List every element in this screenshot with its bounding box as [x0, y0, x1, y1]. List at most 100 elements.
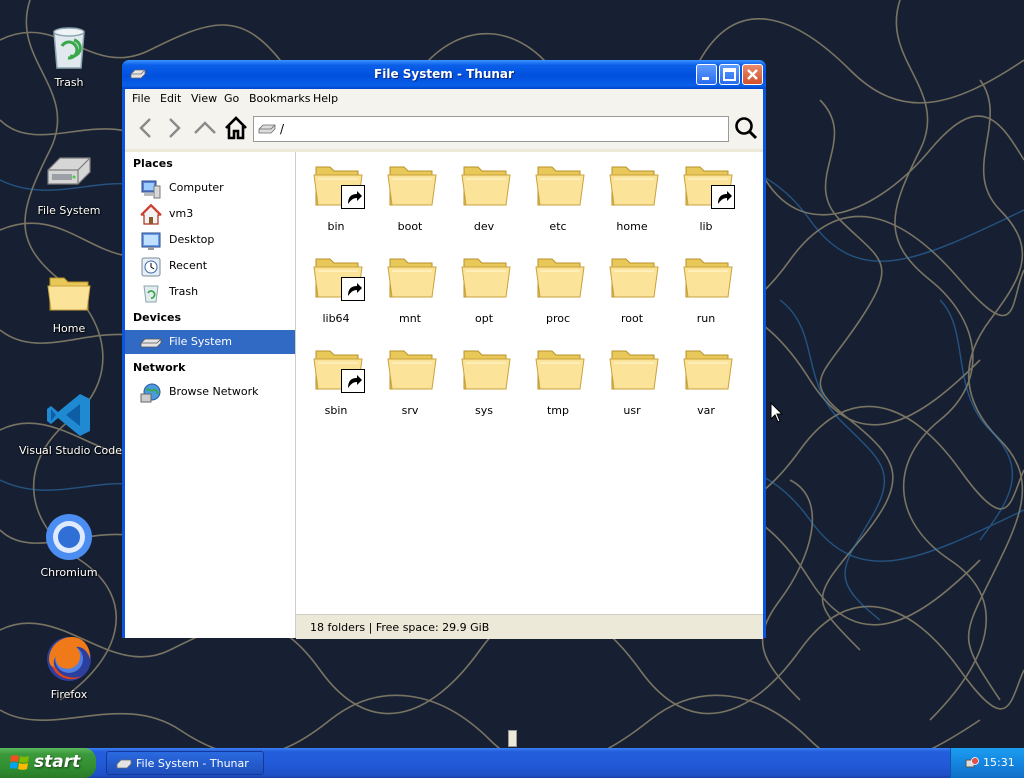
desktop-icon-firefox[interactable]: Firefox [19, 634, 119, 701]
desktop-icon-home[interactable]: Home [19, 268, 119, 335]
hard-drive-icon [140, 332, 162, 354]
folder-item[interactable]: usr [595, 339, 669, 427]
folder-item[interactable]: bin [299, 155, 373, 243]
desktop-icon-label: File System [37, 204, 101, 217]
folder-icon [682, 253, 734, 303]
folder-label: sys [475, 404, 493, 417]
home-icon [225, 116, 247, 140]
minimize-button[interactable] [696, 64, 717, 85]
folder-item[interactable]: root [595, 247, 669, 335]
minimize-icon [702, 77, 709, 80]
folder-label: sbin [324, 404, 348, 417]
folder-item[interactable]: sbin [299, 339, 373, 427]
up-button[interactable] [192, 115, 218, 141]
search-icon [735, 117, 758, 140]
sidebar-item-recent[interactable]: Recent [125, 254, 295, 278]
folder-label: proc [545, 312, 571, 325]
thunar-window: File System - Thunar File Edit View Go B… [122, 60, 766, 639]
menu-file[interactable]: File [132, 92, 150, 105]
status-bar: 18 folders | Free space: 29.9 GiB [296, 614, 763, 639]
toolbar: / [125, 109, 763, 149]
folder-item[interactable]: etc [521, 155, 595, 243]
folder-label: bin [327, 220, 345, 233]
menu-go[interactable]: Go [224, 92, 239, 105]
folder-label: var [697, 404, 715, 417]
network-status-icon[interactable] [965, 756, 979, 770]
sidebar-item-label: File System [169, 335, 232, 348]
sidebar-header-network: Network [133, 361, 186, 374]
menubar: File Edit View Go Bookmarks Help [125, 89, 763, 109]
symlink-arrow-icon [341, 185, 365, 209]
start-label: start [34, 752, 81, 772]
sidebar-item-label: Browse Network [169, 385, 259, 398]
sidebar-item-label: Computer [169, 181, 224, 194]
taskbar-button-thunar[interactable]: File System - Thunar [106, 751, 264, 775]
desktop-icon-label: Visual Studio Code [19, 444, 123, 457]
sidebar-item-computer[interactable]: Computer [125, 176, 295, 200]
folder-label: opt [474, 312, 494, 325]
sidebar-item-label: Desktop [169, 233, 215, 246]
menu-help[interactable]: Help [313, 92, 338, 105]
folder-item[interactable]: srv [373, 339, 447, 427]
maximize-button[interactable] [719, 64, 740, 85]
sidebar-item-trash[interactable]: Trash [125, 280, 295, 304]
back-button[interactable] [133, 115, 159, 141]
folder-item[interactable]: dev [447, 155, 521, 243]
folder-item[interactable]: proc [521, 247, 595, 335]
folder-icon [460, 161, 512, 211]
folder-view: bin boot dev etc home lib lib64 mnt opt proc root r… [296, 152, 763, 614]
sidebar-item-vm3[interactable]: vm3 [125, 202, 295, 226]
desktop-icon-file-system[interactable]: File System [19, 150, 119, 217]
menu-edit[interactable]: Edit [160, 92, 181, 105]
folder-item[interactable]: home [595, 155, 669, 243]
folder-label: run [696, 312, 716, 325]
sidebar-item-desktop[interactable]: Desktop [125, 228, 295, 252]
vscode-icon [44, 390, 94, 440]
windows-logo-icon [10, 755, 29, 770]
menu-bookmarks[interactable]: Bookmarks [249, 92, 310, 105]
folder-label: etc [549, 220, 567, 233]
computer-icon [140, 178, 162, 200]
forward-button[interactable] [161, 115, 187, 141]
folder-label: mnt [399, 312, 421, 325]
close-icon [747, 69, 758, 80]
chevron-left-icon [139, 118, 151, 138]
window-titlebar[interactable]: File System - Thunar [122, 60, 766, 89]
folder-item[interactable]: opt [447, 247, 521, 335]
location-bar[interactable]: / [253, 116, 729, 142]
clock-icon [140, 256, 162, 278]
desktop-icon-chromium[interactable]: Chromium [19, 512, 119, 579]
folder-label: tmp [546, 404, 569, 417]
window-title: File System - Thunar [374, 67, 514, 81]
folder-item[interactable]: sys [447, 339, 521, 427]
desktop-icon [140, 230, 162, 252]
close-button[interactable] [742, 64, 763, 85]
folder-label: lib64 [322, 312, 350, 325]
folder-item[interactable]: lib [669, 155, 743, 243]
hard-drive-icon [258, 123, 276, 138]
menu-view[interactable]: View [191, 92, 217, 105]
desktop-icon-vscode[interactable]: Visual Studio Code [19, 390, 123, 457]
folder-label: boot [397, 220, 423, 233]
home-button[interactable] [223, 115, 249, 141]
drag-handle[interactable] [508, 730, 517, 747]
taskbar: start File System - Thunar 15:31 [0, 748, 1024, 778]
folder-item[interactable]: tmp [521, 339, 595, 427]
folder-label: lib [699, 220, 713, 233]
desktop-icon-label: Trash [54, 76, 84, 89]
folder-item[interactable]: mnt [373, 247, 447, 335]
search-button[interactable] [733, 115, 759, 141]
start-button[interactable]: start [0, 748, 96, 778]
mouse-cursor-icon [770, 402, 784, 423]
folder-item[interactable]: run [669, 247, 743, 335]
sidebar-item-file-system[interactable]: File System [125, 330, 295, 354]
desktop-icon-trash[interactable]: Trash [19, 22, 119, 89]
desktop-icon-label: Chromium [40, 566, 98, 579]
folder-item[interactable]: lib64 [299, 247, 373, 335]
symlink-arrow-icon [341, 369, 365, 393]
folder-label: usr [623, 404, 641, 417]
folder-item[interactable]: var [669, 339, 743, 427]
folder-icon [460, 253, 512, 303]
sidebar-item-browse-network[interactable]: Browse Network [125, 380, 295, 404]
folder-item[interactable]: boot [373, 155, 447, 243]
